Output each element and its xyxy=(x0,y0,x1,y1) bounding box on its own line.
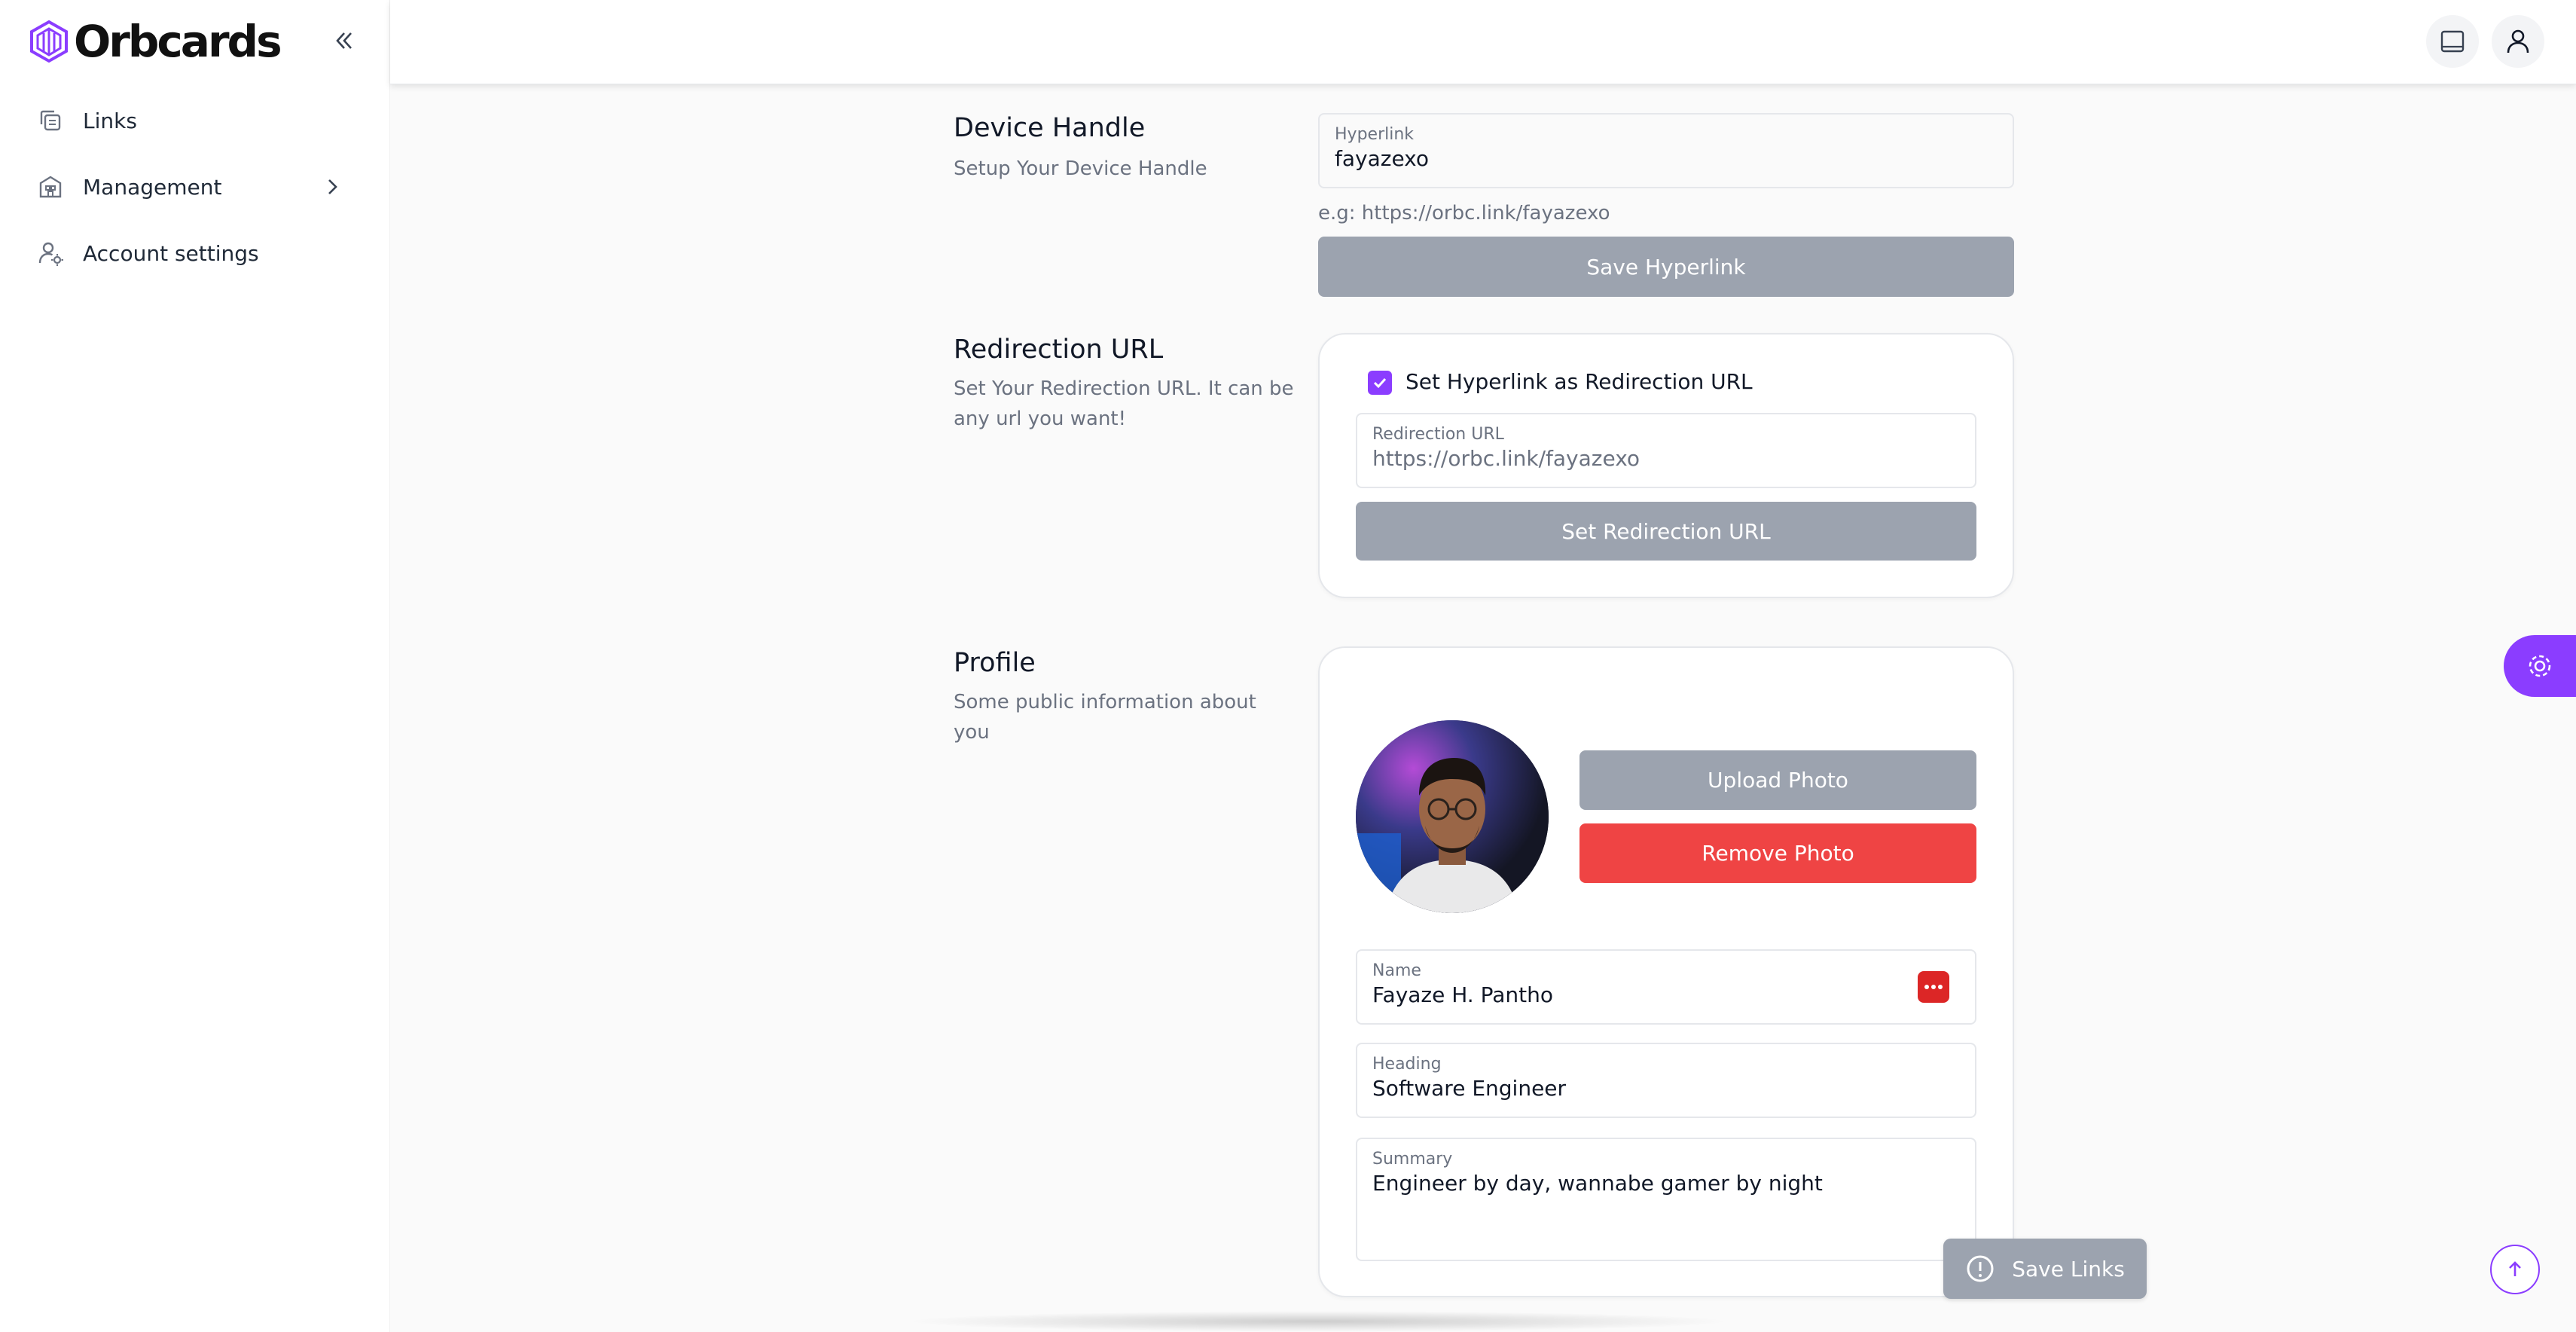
check-icon xyxy=(1373,377,1387,389)
sidebar-item-account-settings[interactable]: Account settings xyxy=(27,220,359,286)
sidebar-item-management[interactable]: Management xyxy=(27,154,359,220)
sidebar: Orbcards Links Management Account settin… xyxy=(0,0,390,1332)
floating-settings-button[interactable] xyxy=(2504,635,2576,697)
tablet-icon xyxy=(2440,30,2465,53)
profile-avatar xyxy=(1356,720,1549,913)
redirection-checkbox-label[interactable]: Set Hyperlink as Redirection URL xyxy=(1406,369,1753,394)
sidebar-item-label: Account settings xyxy=(83,240,259,266)
password-manager-button[interactable] xyxy=(1918,971,1949,1003)
user-menu-button[interactable] xyxy=(2492,15,2544,68)
save-hyperlink-button[interactable]: Save Hyperlink xyxy=(1318,237,2014,297)
redirection-title: Redirection URL xyxy=(954,335,1164,365)
copy-icon xyxy=(40,110,61,131)
summary-field[interactable]: Summary Engineer by day, wannabe gamer b… xyxy=(1356,1138,1976,1261)
orbcards-logo-icon xyxy=(30,20,68,63)
collapse-sidebar-button[interactable] xyxy=(328,26,359,56)
sidebar-item-links[interactable]: Links xyxy=(27,87,359,154)
upload-photo-button[interactable]: Upload Photo xyxy=(1579,750,1976,810)
hyperlink-field-value: fayazexo xyxy=(1335,146,1430,171)
hyperlink-field-label: Hyperlink xyxy=(1335,125,1415,144)
sidebar-item-label: Management xyxy=(83,174,222,200)
alert-circle-icon xyxy=(1967,1255,1994,1282)
sidebar-nav: Links Management Account settings xyxy=(27,87,359,286)
brand[interactable]: Orbcards xyxy=(29,15,282,68)
heading-field[interactable]: Heading Software Engineer xyxy=(1356,1043,1976,1118)
sidebar-item-label: Links xyxy=(83,108,137,133)
gear-icon xyxy=(2529,655,2551,677)
device-handle-description: Setup Your Device Handle xyxy=(954,157,1207,180)
scroll-to-top-button[interactable] xyxy=(2490,1245,2540,1294)
redirection-url-field-label: Redirection URL xyxy=(1372,425,1504,444)
summary-field-value: Engineer by day, wannabe gamer by night xyxy=(1372,1171,1823,1196)
summary-field-label: Summary xyxy=(1372,1150,1453,1169)
redirection-checkbox[interactable] xyxy=(1368,371,1392,395)
bottom-shadow xyxy=(904,1311,1732,1332)
arrow-up-icon xyxy=(2509,1261,2521,1276)
profile-photo xyxy=(1356,720,1549,913)
redirection-url-field[interactable]: Redirection URL https://orbc.link/fayaze… xyxy=(1356,413,1976,488)
double-chevron-left-icon xyxy=(336,32,352,49)
heading-field-label: Heading xyxy=(1372,1055,1442,1074)
profile-description: Some public information about you xyxy=(954,691,1256,744)
hyperlink-field[interactable]: Hyperlink fayazexo xyxy=(1318,113,2014,188)
profile-title: Profile xyxy=(954,648,1036,678)
brand-name: Orbcards xyxy=(74,16,282,67)
redirection-url-field-value: https://orbc.link/fayazexo xyxy=(1372,446,1641,471)
top-bar xyxy=(390,0,2576,84)
device-handle-title: Device Handle xyxy=(954,113,1146,143)
remove-photo-button[interactable]: Remove Photo xyxy=(1579,823,1976,883)
building-icon xyxy=(39,176,62,198)
save-links-button[interactable]: Save Links xyxy=(1943,1239,2147,1299)
more-dots-icon xyxy=(1924,985,1943,989)
device-preview-button[interactable] xyxy=(2426,15,2479,68)
redirection-description: Set Your Redirection URL. It can be any … xyxy=(954,377,1294,430)
hyperlink-hint: e.g: https://orbc.link/fayazexo xyxy=(1318,202,1610,225)
user-icon xyxy=(2507,29,2529,53)
save-links-label: Save Links xyxy=(2012,1256,2125,1282)
chevron-right-icon xyxy=(328,179,337,194)
name-field-label: Name xyxy=(1372,961,1421,980)
name-field-value: Fayaze H. Pantho xyxy=(1372,982,1553,1007)
set-redirection-url-button[interactable]: Set Redirection URL xyxy=(1356,502,1976,561)
name-field[interactable]: Name Fayaze H. Pantho xyxy=(1356,949,1976,1025)
heading-field-value: Software Engineer xyxy=(1372,1076,1567,1101)
user-gear-icon xyxy=(38,242,63,266)
